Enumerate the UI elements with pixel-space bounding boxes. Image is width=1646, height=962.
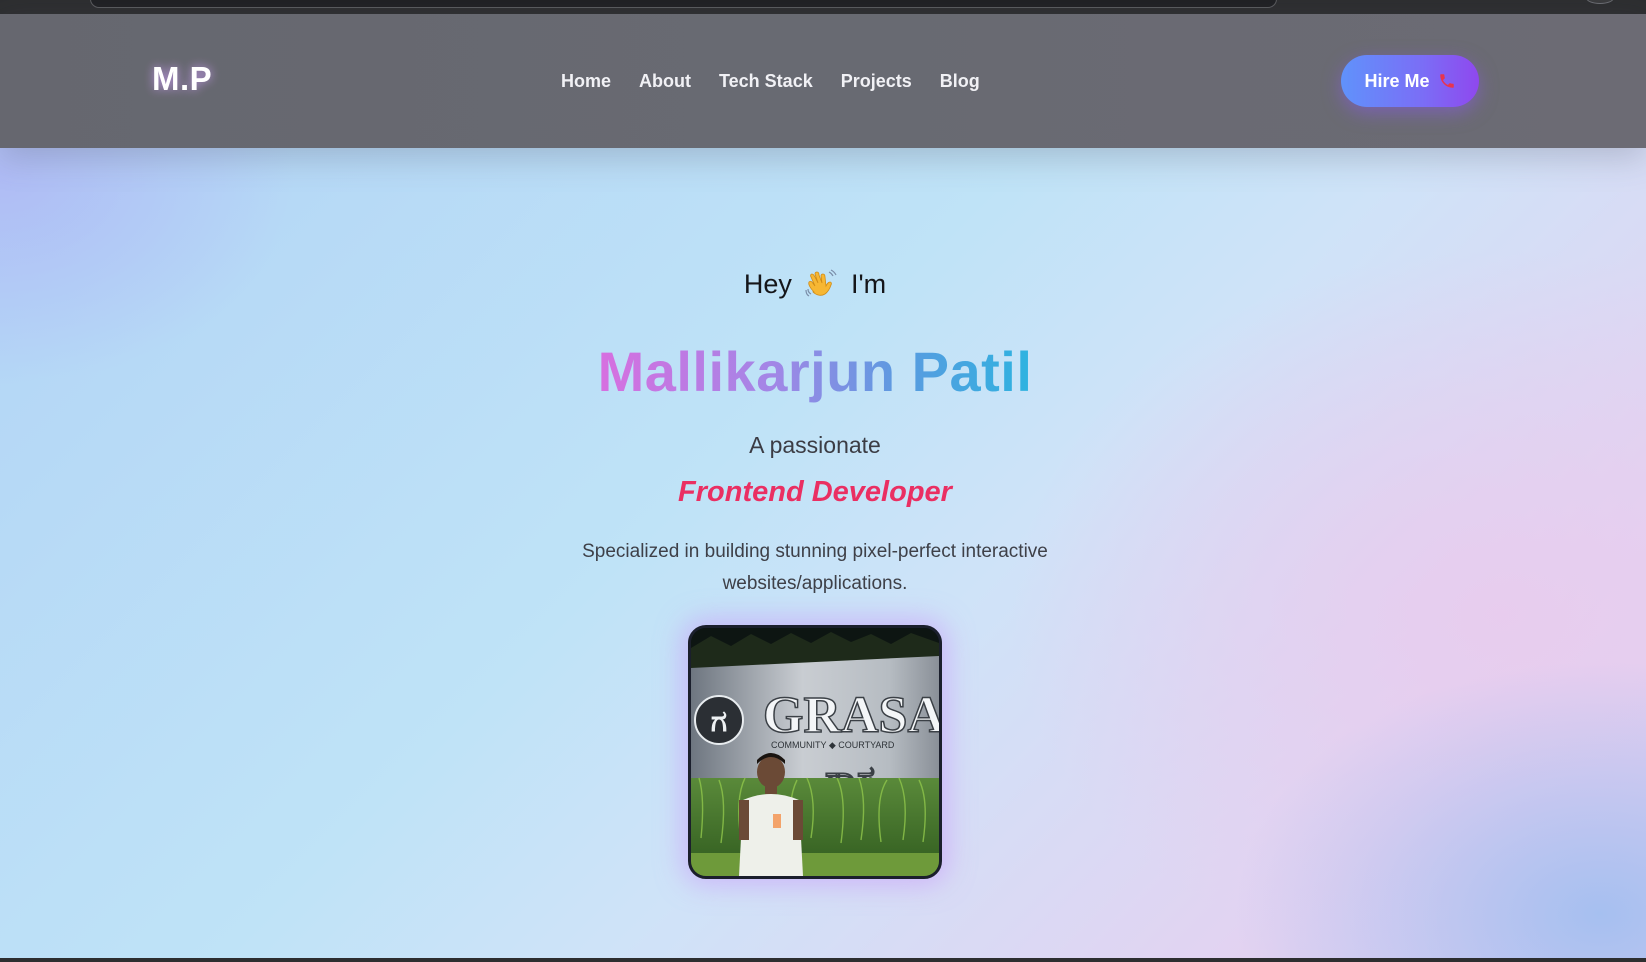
nav-link-blog[interactable]: Blog (940, 71, 980, 92)
greeting-im: I'm (850, 269, 887, 299)
navbar: M.P Home About Tech Stack Projects Blog … (0, 14, 1646, 148)
photo-sign-subtext: COMMUNITY ◆ COURTYARD (771, 740, 895, 750)
photo-sign-emblem: ಗ (711, 705, 727, 738)
waving-hand-icon (805, 269, 837, 297)
hero-role: Frontend Developer (678, 476, 952, 508)
browser-address-bar[interactable] (90, 0, 1277, 8)
hero-name: Mallikarjun Patil (0, 338, 1630, 405)
browser-chrome-strip (0, 0, 1646, 14)
profile-photo-image: ಗ GRASA COMMUNITY ◆ COURTYARD ಗ್ರಾಸ (691, 628, 939, 876)
hire-me-button[interactable]: Hire Me (1341, 55, 1479, 107)
hero-section: M.P Home About Tech Stack Projects Blog … (0, 14, 1646, 958)
nav-link-projects[interactable]: Projects (841, 71, 912, 92)
nav-links: Home About Tech Stack Projects Blog (561, 71, 980, 92)
hero-name-text: Mallikarjun Patil (597, 340, 1033, 403)
hero-greeting: Hey I'm (0, 269, 1630, 300)
nav-link-home[interactable]: Home (561, 71, 611, 92)
browser-profile-icon[interactable] (1586, 0, 1614, 4)
photo-sign-text: GRASA (763, 687, 939, 744)
phone-icon (1439, 74, 1454, 88)
nav-link-about[interactable]: About (639, 71, 691, 92)
nav-link-tech-stack[interactable]: Tech Stack (719, 71, 813, 92)
profile-photo: ಗ GRASA COMMUNITY ◆ COURTYARD ಗ್ರಾಸ (688, 625, 942, 879)
browser-bottom-edge (0, 958, 1646, 962)
greeting-hey: Hey (743, 269, 792, 299)
hire-me-label: Hire Me (1364, 70, 1430, 91)
site-logo[interactable]: M.P (152, 60, 212, 98)
hero-tagline: Specialized in building stunning pixel-p… (582, 541, 1048, 594)
hero-intro: A passionate (749, 432, 881, 458)
